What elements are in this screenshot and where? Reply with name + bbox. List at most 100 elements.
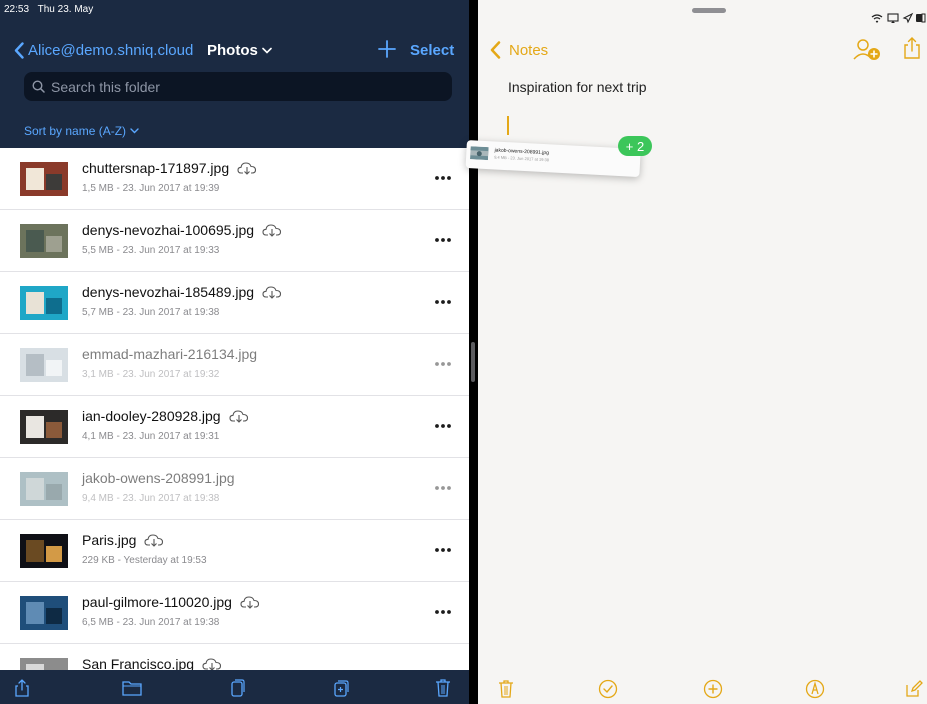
trash-icon[interactable] bbox=[496, 679, 516, 699]
file-name: chuttersnap-171897.jpg bbox=[82, 160, 230, 176]
text-cursor bbox=[507, 116, 509, 135]
file-thumbnail bbox=[20, 472, 68, 506]
compose-icon[interactable] bbox=[904, 679, 924, 699]
file-row[interactable]: emmad-mazhari-216134.jpg 3,1 MB - 23. Jun… bbox=[0, 334, 469, 396]
add-people-icon[interactable] bbox=[852, 38, 882, 62]
file-list: chuttersnap-171897.jpg 1,5 MB - 23. Jun 2… bbox=[0, 148, 469, 670]
chevron-down-icon bbox=[262, 47, 272, 54]
checklist-icon[interactable] bbox=[598, 679, 618, 699]
add-icon[interactable] bbox=[703, 679, 723, 699]
file-row[interactable]: paul-gilmore-110020.jpg 6,5 MB - 23. Jun … bbox=[0, 582, 469, 644]
files-header: 22:53 Thu 23. May Alice@demo.shniq.cloud… bbox=[0, 0, 469, 148]
file-meta: 5,7 MB - 23. Jun 2017 at 19:38 bbox=[82, 307, 220, 318]
cloud-download-icon[interactable] bbox=[237, 161, 257, 175]
file-name-line: denys-nevozhai-185489.jpg bbox=[82, 284, 282, 300]
file-name-line: ian-dooley-280928.jpg bbox=[82, 408, 249, 424]
trash-icon[interactable] bbox=[433, 678, 453, 698]
more-options-icon[interactable] bbox=[434, 546, 452, 554]
folder-title-dropdown[interactable]: Photos bbox=[207, 39, 272, 61]
more-options-icon[interactable] bbox=[434, 608, 452, 616]
search-input[interactable] bbox=[51, 78, 431, 95]
file-row[interactable]: Paris.jpg 229 KB - Yesterday at 19:53 bbox=[0, 520, 469, 582]
search-icon bbox=[32, 80, 45, 93]
file-row[interactable]: chuttersnap-171897.jpg 1,5 MB - 23. Jun 2… bbox=[0, 148, 469, 210]
sort-dropdown[interactable]: Sort by name (A-Z) bbox=[24, 124, 139, 138]
file-thumbnail bbox=[20, 410, 68, 444]
share-icon[interactable] bbox=[12, 678, 32, 698]
cloud-download-icon[interactable] bbox=[262, 285, 282, 299]
file-row[interactable]: denys-nevozhai-185489.jpg 5,7 MB - 23. Ju… bbox=[0, 272, 469, 334]
files-toolbar bbox=[0, 670, 469, 704]
share-icon[interactable] bbox=[902, 36, 922, 60]
notes-app-pane: Notes Inspiration for next trip bbox=[478, 0, 927, 704]
multitasking-grabber[interactable] bbox=[692, 8, 726, 13]
file-name: denys-nevozhai-185489.jpg bbox=[82, 284, 255, 300]
notes-back-label: Notes bbox=[509, 41, 549, 59]
drag-preview-thumbnail bbox=[470, 146, 489, 161]
note-title[interactable]: Inspiration for next trip bbox=[508, 79, 647, 95]
more-options-icon[interactable] bbox=[434, 360, 452, 368]
file-name-line: emmad-mazhari-216134.jpg bbox=[82, 346, 257, 362]
folder-title: Photos bbox=[207, 41, 258, 59]
more-options-icon[interactable] bbox=[434, 422, 452, 430]
file-name: ian-dooley-280928.jpg bbox=[82, 408, 221, 424]
chevron-down-icon bbox=[130, 128, 139, 134]
more-options-icon[interactable] bbox=[434, 484, 452, 492]
duplicate-icon[interactable] bbox=[331, 678, 351, 698]
sort-label: Sort by name (A-Z) bbox=[24, 124, 127, 138]
cloud-download-icon[interactable] bbox=[240, 595, 260, 609]
copy-icon[interactable] bbox=[227, 678, 247, 698]
chevron-left-icon bbox=[490, 41, 501, 59]
file-row[interactable]: jakob-owens-208991.jpg 9,4 MB - 23. Jun 2… bbox=[0, 458, 469, 520]
status-date: Thu 23. May bbox=[37, 4, 94, 15]
file-thumbnail bbox=[20, 286, 68, 320]
file-row[interactable]: San Francisco.jpg bbox=[0, 644, 469, 670]
back-label: Alice@demo.shniq.cloud bbox=[28, 41, 194, 59]
file-meta: 5,5 MB - 23. Jun 2017 at 19:33 bbox=[82, 245, 220, 256]
search-bar[interactable] bbox=[24, 72, 452, 101]
file-meta: 6,5 MB - 23. Jun 2017 at 19:38 bbox=[82, 617, 220, 628]
file-thumbnail bbox=[20, 224, 68, 258]
file-name: emmad-mazhari-216134.jpg bbox=[82, 346, 258, 362]
file-name: jakob-owens-208991.jpg bbox=[82, 470, 235, 486]
status-time: 22:53 bbox=[4, 4, 30, 15]
file-thumbnail bbox=[20, 162, 68, 196]
status-bar: 22:53 Thu 23. May bbox=[4, 4, 99, 15]
file-meta: 1,5 MB - 23. Jun 2017 at 19:39 bbox=[82, 183, 220, 194]
notes-back-button[interactable]: Notes bbox=[490, 39, 548, 61]
more-options-icon[interactable] bbox=[434, 174, 452, 182]
status-indicators bbox=[871, 12, 926, 24]
file-name-line: jakob-owens-208991.jpg bbox=[82, 470, 235, 486]
file-name: denys-nevozhai-100695.jpg bbox=[82, 222, 255, 238]
file-row[interactable]: ian-dooley-280928.jpg 4,1 MB - 23. Jun 20… bbox=[0, 396, 469, 458]
cloud-download-icon[interactable] bbox=[202, 657, 222, 670]
files-app-pane: 22:53 Thu 23. May Alice@demo.shniq.cloud… bbox=[0, 0, 469, 704]
more-options-icon[interactable] bbox=[434, 298, 452, 306]
cloud-download-icon[interactable] bbox=[229, 409, 249, 423]
add-icon[interactable] bbox=[376, 38, 398, 60]
file-meta: 4,1 MB - 23. Jun 2017 at 19:31 bbox=[82, 431, 220, 442]
file-meta: 9,4 MB - 23. Jun 2017 at 19:38 bbox=[82, 493, 220, 504]
file-row[interactable]: denys-nevozhai-100695.jpg 5,5 MB - 23. Ju… bbox=[0, 210, 469, 272]
select-button[interactable]: Select bbox=[410, 39, 454, 61]
split-view-handle[interactable] bbox=[471, 342, 475, 382]
back-button[interactable]: Alice@demo.shniq.cloud bbox=[14, 39, 193, 61]
file-name: Paris.jpg bbox=[82, 532, 137, 548]
file-thumbnail bbox=[20, 534, 68, 568]
file-name-line: Paris.jpg bbox=[82, 532, 164, 548]
file-name: San Francisco.jpg bbox=[82, 656, 195, 670]
cloud-download-icon[interactable] bbox=[262, 223, 282, 237]
file-thumbnail bbox=[20, 596, 68, 630]
file-thumbnail bbox=[20, 658, 68, 670]
cloud-download-icon[interactable] bbox=[144, 533, 164, 547]
drag-count-badge: + 2 bbox=[618, 136, 652, 156]
folder-icon[interactable] bbox=[122, 678, 142, 698]
file-thumbnail bbox=[20, 348, 68, 382]
file-name-line: denys-nevozhai-100695.jpg bbox=[82, 222, 282, 238]
chevron-left-icon bbox=[14, 41, 24, 59]
file-meta: 229 KB - Yesterday at 19:53 bbox=[82, 555, 207, 566]
markup-icon[interactable] bbox=[805, 679, 825, 699]
file-name-line: chuttersnap-171897.jpg bbox=[82, 160, 257, 176]
file-name-line: paul-gilmore-110020.jpg bbox=[82, 594, 260, 610]
more-options-icon[interactable] bbox=[434, 236, 452, 244]
